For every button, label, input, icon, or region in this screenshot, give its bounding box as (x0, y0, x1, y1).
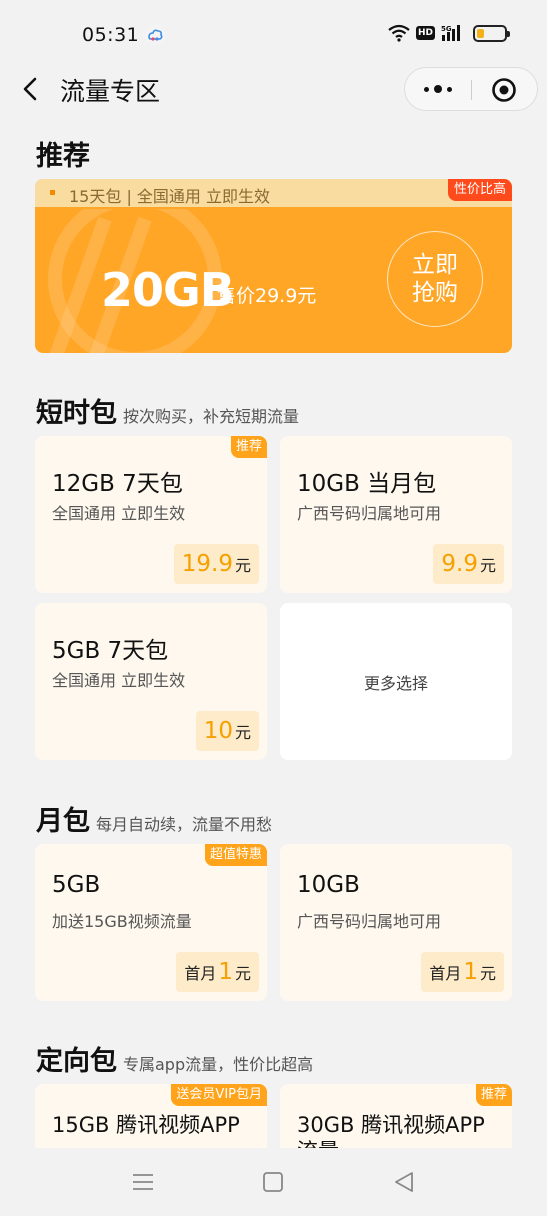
banner-tag: 性价比高 (447, 179, 512, 201)
section-subtitle: 专属app流量，性价比超高 (123, 1055, 314, 1074)
buy-now-line1: 立即 (412, 252, 458, 278)
pack-price: 首月 1 元 (421, 952, 504, 992)
section-subtitle: 每月自动续，流量不用愁 (96, 815, 273, 834)
price-prefix: 首月 (184, 964, 217, 983)
nav-header: 流量专区 (0, 66, 547, 114)
pack-badge: 超值特惠 (204, 844, 267, 866)
pack-price: 19.9 元 (173, 544, 259, 584)
price-unit: 元 (234, 556, 251, 575)
section-title-short: 短时包 按次购买，补充短期流量 (36, 391, 299, 430)
pack-name: 12GB 7天包 (52, 471, 183, 497)
battery-icon (473, 24, 510, 42)
buy-now-line2: 抢购 (412, 280, 458, 306)
buy-now-button[interactable]: 立即 抢购 (387, 231, 483, 327)
more-dots-icon[interactable] (405, 68, 471, 110)
pack-card[interactable]: 5GB 7天包 全国通用 立即生效 10 元 (35, 603, 267, 760)
status-time: 05:31 (82, 24, 140, 46)
pack-name: 10GB (297, 872, 360, 898)
cloud-app-icon (145, 25, 165, 45)
recommend-banner[interactable]: 15天包 | 全国通用 立即生效 性价比高 20GB 售价29.9元 立即 抢购 (35, 179, 512, 353)
pack-price: 首月 1 元 (176, 952, 259, 992)
pack-badge: 推荐 (230, 436, 267, 458)
banner-info-strip: 15天包 | 全国通用 立即生效 (35, 179, 512, 207)
price-value: 1 (218, 959, 233, 985)
price-prefix: 首月 (429, 964, 462, 983)
pack-desc: 全国通用 立即生效 (52, 504, 186, 523)
banner-strip-text: 15天包 | 全国通用 立即生效 (69, 187, 271, 206)
banner-amount: 20GB (101, 263, 235, 317)
home-square-icon[interactable] (257, 1168, 289, 1196)
pack-name: 5GB 7天包 (52, 638, 169, 664)
pack-desc: 广西号码归属地可用 (297, 912, 442, 931)
menu-icon[interactable] (127, 1168, 159, 1196)
bullet-icon (50, 190, 55, 195)
back-arrow-icon[interactable] (18, 74, 44, 104)
section-heading: 短时包 (36, 398, 117, 429)
price-unit: 元 (479, 556, 496, 575)
pack-name: 15GB 腾讯视频APP (52, 1113, 240, 1137)
section-title-directional: 定向包 专属app流量，性价比超高 (36, 1039, 313, 1078)
wifi-icon (388, 24, 410, 42)
price-value: 1 (463, 959, 478, 985)
section-heading: 定向包 (36, 1046, 117, 1077)
system-nav-bar (0, 1148, 547, 1216)
price-unit: 元 (234, 964, 251, 983)
pack-badge: 推荐 (475, 1084, 512, 1106)
section-subtitle: 按次购买，补充短期流量 (123, 407, 300, 426)
pack-desc: 加送15GB视频流量 (52, 912, 192, 931)
pack-desc: 全国通用 立即生效 (52, 671, 186, 690)
more-options-card[interactable]: 更多选择 (280, 603, 512, 760)
section-title-recommend: 推荐 (36, 134, 90, 173)
pack-card[interactable]: 超值特惠 5GB 加送15GB视频流量 首月 1 元 (35, 844, 267, 1001)
hd-icon: HD (415, 26, 435, 40)
capsule-divider (471, 80, 472, 100)
pack-price: 9.9 元 (433, 544, 504, 584)
price-unit: 元 (234, 723, 251, 742)
price-value: 19.9 (181, 551, 233, 577)
signal-5g-icon: 5G (441, 25, 460, 41)
price-unit: 元 (479, 964, 496, 983)
pack-card[interactable]: 10GB 当月包 广西号码归属地可用 9.9 元 (280, 436, 512, 593)
pack-desc: 广西号码归属地可用 (297, 504, 442, 523)
status-icons: HD 5G (388, 24, 510, 42)
pack-name: 10GB 当月包 (297, 471, 437, 497)
pack-name: 5GB (52, 872, 101, 898)
mini-program-capsule (404, 67, 538, 111)
svg-text:5G: 5G (441, 25, 452, 33)
more-options-label: 更多选择 (363, 673, 428, 693)
price-value: 9.9 (441, 551, 478, 577)
pack-price: 10 元 (195, 711, 259, 751)
page-title: 流量专区 (60, 77, 161, 106)
pack-card[interactable]: 10GB 广西号码归属地可用 首月 1 元 (280, 844, 512, 1001)
back-triangle-icon[interactable] (388, 1168, 420, 1196)
status-bar: 05:31 HD 5G (0, 0, 547, 66)
banner-price: 售价29.9元 (217, 285, 317, 307)
section-heading: 月包 (36, 806, 90, 837)
close-target-icon[interactable] (491, 77, 517, 103)
pack-card[interactable]: 推荐 12GB 7天包 全国通用 立即生效 19.9 元 (35, 436, 267, 593)
section-title-monthly: 月包 每月自动续，流量不用愁 (36, 799, 272, 838)
price-value: 10 (203, 718, 233, 744)
section-heading: 推荐 (36, 141, 90, 172)
pack-badge: 送会员VIP包月 (171, 1084, 267, 1106)
